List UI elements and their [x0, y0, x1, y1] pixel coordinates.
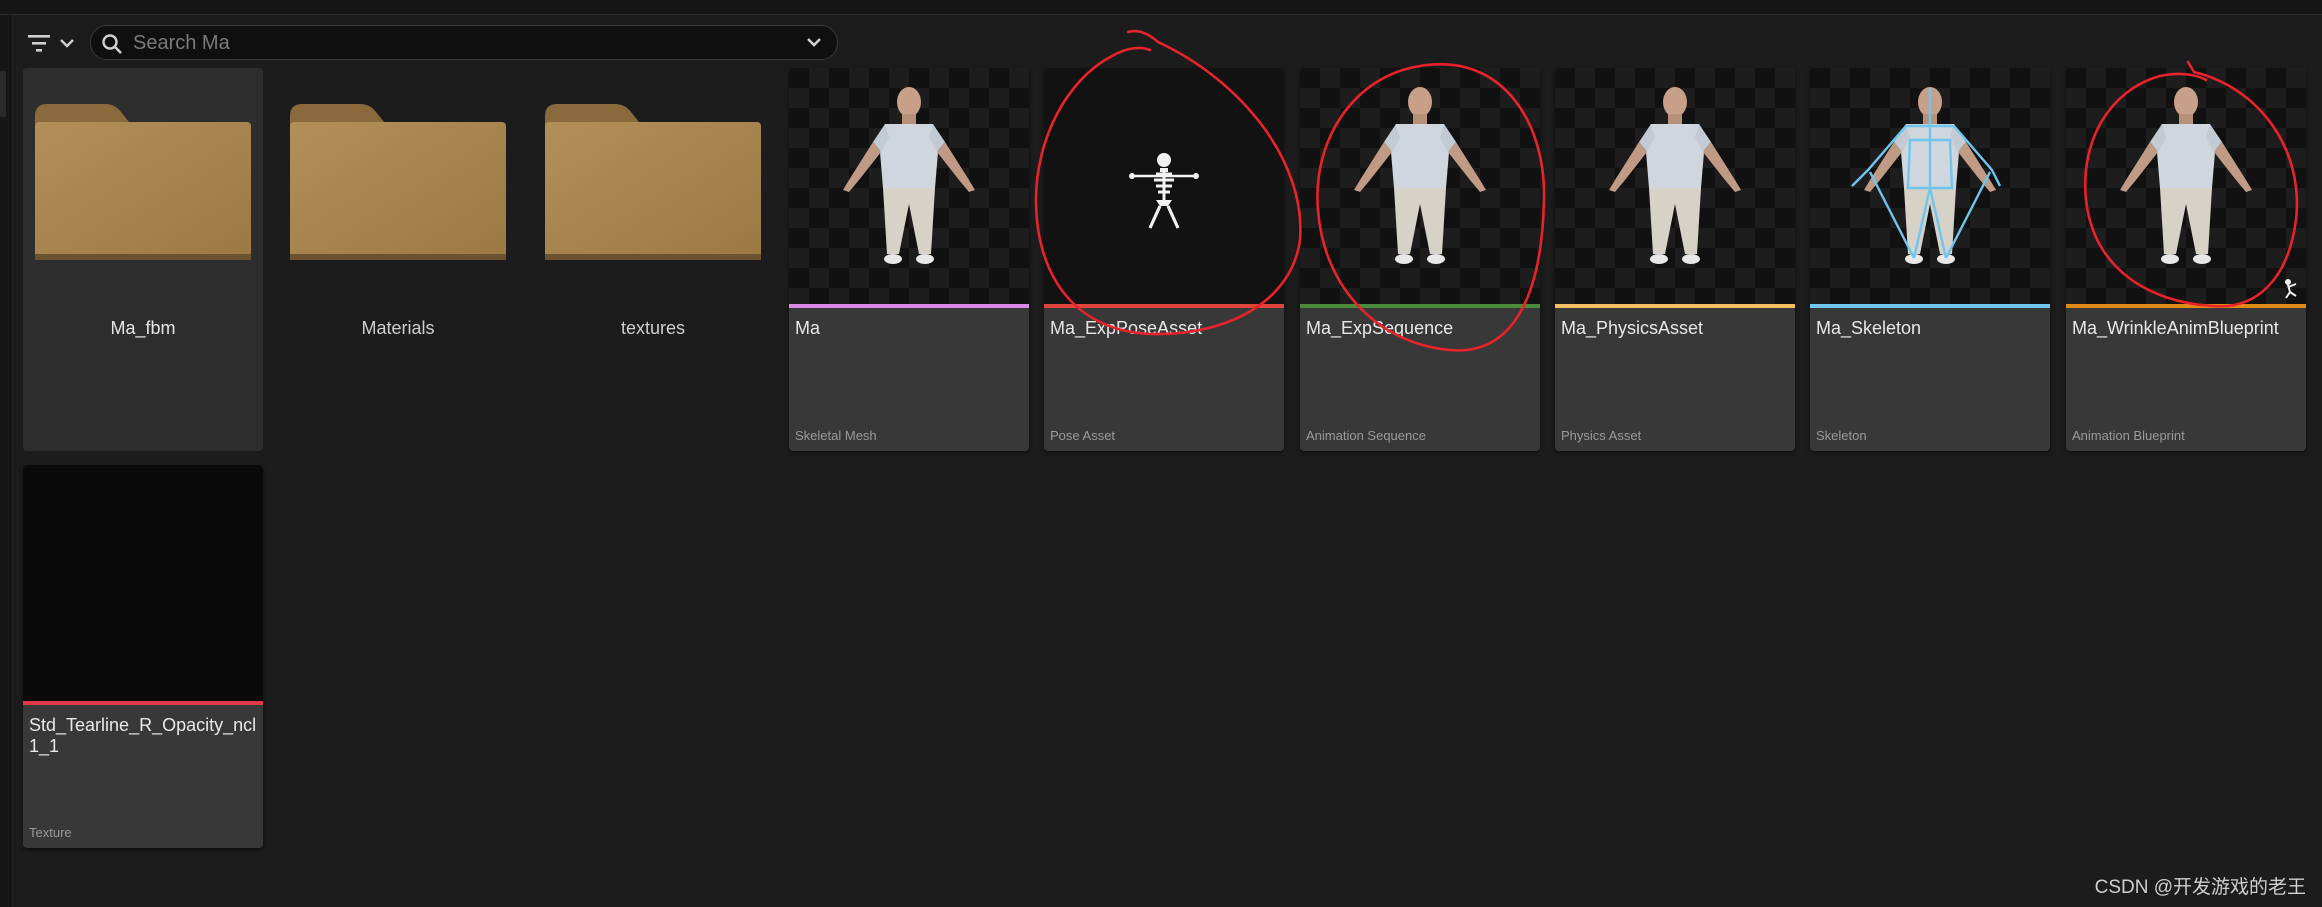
asset-type-color-bar: [1810, 304, 2050, 308]
asset-thumbnail: [789, 68, 1029, 304]
asset-tile[interactable]: Ma_PhysicsAsset Physics Asset: [1555, 68, 1795, 451]
asset-thumbnail: [1555, 68, 1795, 304]
asset-tile[interactable]: Ma_WrinkleAnimBlueprint Animation Bluepr…: [2066, 68, 2306, 451]
asset-type: Animation Blueprint: [2072, 428, 2185, 443]
content-browser-toolbar: [20, 22, 840, 62]
asset-type-color-bar: [789, 304, 1029, 308]
skeleton-icon: [1129, 153, 1199, 229]
search-box[interactable]: [90, 25, 838, 60]
asset-type-color-bar: [1300, 304, 1540, 308]
asset-thumbnail: [1810, 68, 2050, 304]
search-icon: [102, 34, 122, 54]
filter-icon: [28, 35, 50, 52]
folder-icon: [290, 104, 506, 260]
character-thumbnail: [1555, 68, 1795, 304]
top-strip: [0, 0, 2322, 15]
asset-thumbnail: [23, 465, 263, 701]
asset-type: Physics Asset: [1561, 428, 1642, 443]
asset-tile[interactable]: Ma Skeletal Mesh: [789, 68, 1029, 451]
asset-thumbnail: [2066, 68, 2306, 304]
gutter-handle[interactable]: [0, 71, 6, 117]
folder-tile[interactable]: Materials: [278, 68, 518, 451]
asset-tile[interactable]: Ma_Skeleton Skeleton: [1810, 68, 2050, 451]
watermark: CSDN @开发游戏的老王: [2094, 877, 2306, 898]
asset-type: Pose Asset: [1050, 428, 1116, 443]
folder-label: Materials: [361, 318, 435, 338]
asset-name: Ma_Skeleton: [1816, 318, 1922, 338]
asset-name: Std_Tearline_R_Opacity_ncl1_1: [29, 715, 257, 756]
asset-type: Skeletal Mesh: [795, 428, 877, 443]
folder-label: textures: [620, 318, 686, 338]
asset-name: Ma_ExpPoseAsset: [1050, 318, 1203, 338]
folder-tile[interactable]: textures: [533, 68, 773, 451]
folder-icon: [35, 104, 251, 260]
asset-name: Ma_ExpSequence: [1306, 318, 1454, 338]
character-thumbnail: [1300, 68, 1540, 304]
filter-button[interactable]: [26, 28, 78, 58]
animation-blueprint-icon: [2285, 279, 2297, 299]
chevron-down-icon: [60, 39, 74, 48]
asset-thumbnail: [1300, 68, 1540, 304]
asset-type-color-bar: [1555, 304, 1795, 308]
asset-type-color-bar: [23, 701, 263, 705]
folder-icon: [545, 104, 761, 260]
asset-tile[interactable]: Std_Tearline_R_Opacity_ncl1_1 Texture: [23, 465, 263, 848]
folder-label: Ma_fbm: [110, 318, 176, 338]
asset-tile[interactable]: Ma_ExpSequence Animation Sequence: [1300, 68, 1540, 451]
asset-type-color-bar: [1044, 304, 1284, 308]
search-history-chevron-icon[interactable]: [805, 36, 823, 50]
asset-tile[interactable]: Ma_ExpPoseAsset Pose Asset: [1044, 68, 1284, 451]
character-thumbnail: [789, 68, 1029, 304]
asset-type: Animation Sequence: [1306, 428, 1426, 443]
skeleton-bones-overlay: [1851, 88, 2002, 259]
asset-type-color-bar: [2066, 304, 2306, 308]
asset-name: Ma: [795, 318, 821, 338]
asset-type: Skeleton: [1816, 428, 1867, 443]
search-input[interactable]: [131, 30, 785, 56]
folder-tile[interactable]: Ma_fbm: [23, 68, 263, 451]
asset-name: Ma_PhysicsAsset: [1561, 318, 1704, 338]
asset-name: Ma_WrinkleAnimBlueprint: [2072, 318, 2279, 338]
left-gutter: [0, 15, 11, 907]
asset-thumbnail: [1044, 68, 1284, 304]
asset-type: Texture: [29, 825, 72, 840]
character-thumbnail: [2066, 68, 2306, 304]
